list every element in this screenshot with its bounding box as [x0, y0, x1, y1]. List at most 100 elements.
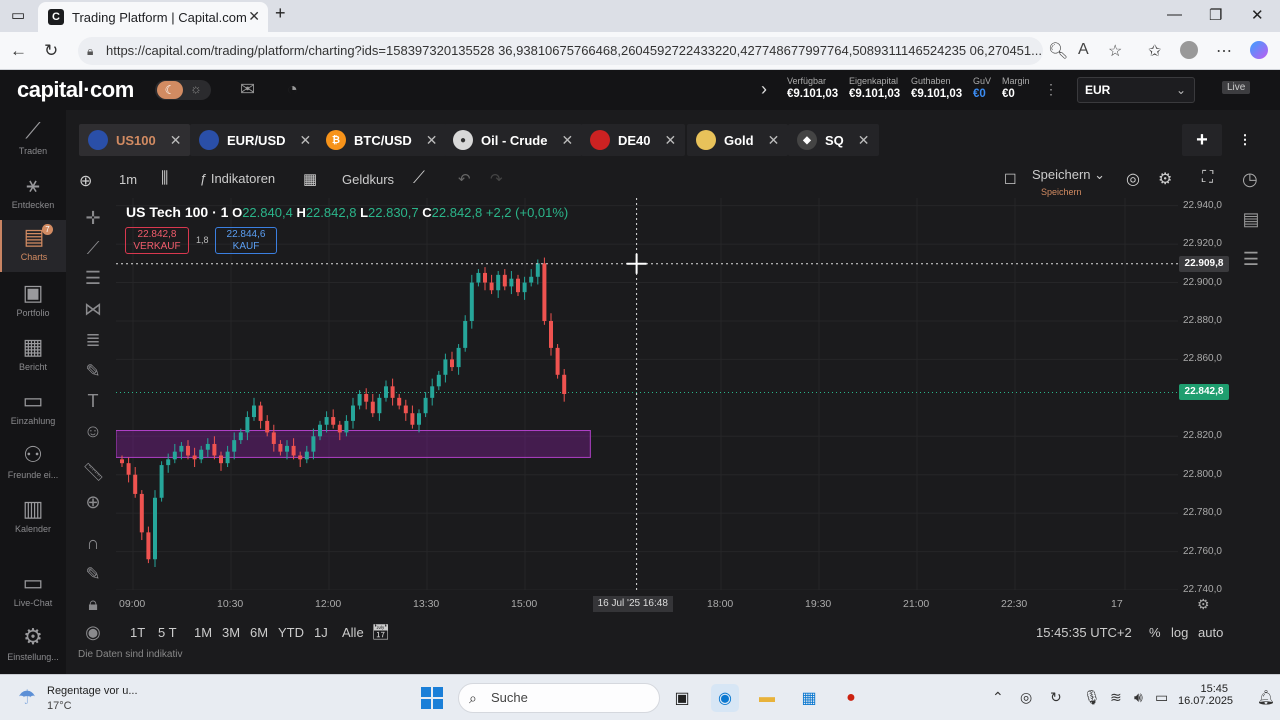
close-tab-icon[interactable]: ✕	[248, 8, 260, 25]
sidebar-item-live-chat[interactable]: ▭ Live-Chat	[0, 566, 66, 618]
sell-button[interactable]: 22.842,8 VERKAUF	[125, 227, 189, 254]
zoom-tool-icon[interactable]: ⊕	[82, 492, 104, 513]
add-instrument-icon[interactable]: +	[1182, 124, 1222, 156]
range-button[interactable]: YTD	[278, 625, 304, 640]
tab-de40[interactable]: DE40 ✕	[581, 124, 686, 156]
notification-bell-icon[interactable]: 🔔︎	[1257, 689, 1275, 706]
maximize-icon[interactable]: ❐	[1209, 6, 1222, 24]
watchlist-icon[interactable]: ▤	[1239, 209, 1263, 230]
copilot-tray-icon[interactable]: ◎	[1020, 689, 1032, 706]
percent-toggle[interactable]: %	[1149, 625, 1161, 640]
alert-icon[interactable]: ◎	[1126, 169, 1140, 189]
windows-start-icon[interactable]	[421, 687, 443, 709]
mail-icon[interactable]: ✉	[240, 79, 255, 100]
store-icon[interactable]: ▦	[795, 684, 823, 712]
range-button[interactable]: 1J	[314, 625, 328, 640]
close-tab-icon[interactable]: ✕	[858, 132, 870, 149]
url-field[interactable]: 🔒︎ https://capital.com/trading/platform/…	[78, 37, 1043, 65]
lock-drawing-icon[interactable]: ✎	[82, 564, 104, 585]
close-window-icon[interactable]: ✕	[1251, 6, 1264, 24]
text-tool-icon[interactable]: T	[82, 391, 104, 412]
favorites-icon[interactable]: ✩	[1148, 41, 1161, 61]
magnet-tool-icon[interactable]: ∩	[82, 533, 104, 554]
tab-us100[interactable]: US100 ✕	[79, 124, 191, 156]
favorite-star-icon[interactable]: ☆	[1108, 41, 1122, 61]
sidebar-item-portfolio[interactable]: ▣ Portfolio	[0, 276, 66, 328]
live-badge[interactable]: Live	[1222, 81, 1251, 94]
sidebar-item-einzahlung[interactable]: ▭ Einzahlung	[0, 384, 66, 436]
task-view-icon[interactable]: ▣	[668, 684, 696, 712]
range-button[interactable]: 5 T	[158, 625, 177, 640]
interval-button[interactable]: 1m	[119, 172, 137, 187]
copilot-icon[interactable]	[1250, 41, 1268, 59]
emoji-tool-icon[interactable]: ☺	[82, 421, 104, 442]
range-button[interactable]: 3M	[222, 625, 240, 640]
fib-tool-icon[interactable]: ≣	[82, 330, 104, 351]
sidebar-item-traden[interactable]: ⟋ Traden	[0, 114, 66, 166]
sidebar-item-freunde[interactable]: ⚇ Freunde ei...	[0, 438, 66, 490]
price-type-button[interactable]: Geldkurs	[342, 172, 394, 187]
profile-avatar-icon[interactable]	[1180, 41, 1198, 59]
fullscreen-icon[interactable]: ⛶	[1202, 169, 1213, 187]
redo-icon[interactable]: ↷	[490, 170, 503, 188]
tab-oil-crude[interactable]: ● Oil - Crude ✕	[444, 124, 583, 156]
sync-icon[interactable]: ↻	[1050, 689, 1062, 706]
crosshair-tool-icon[interactable]: ✛	[82, 208, 104, 229]
taskbar-search[interactable]: ⌕ Suche	[458, 683, 660, 713]
more-menu-icon[interactable]: ⋯	[1216, 41, 1232, 61]
minimize-icon[interactable]: —	[1167, 6, 1182, 23]
axis-settings-icon[interactable]: ⚙	[1197, 596, 1210, 613]
read-aloud-icon[interactable]: A	[1078, 41, 1089, 59]
buy-button[interactable]: 22.844,6 KAUF	[215, 227, 277, 254]
range-button[interactable]: 1T	[130, 625, 145, 640]
sidebar-item-kalender[interactable]: ▥ Kalender	[0, 492, 66, 544]
reload-icon[interactable]: ↻	[44, 41, 58, 61]
capital-logo[interactable]: capital·com	[17, 77, 134, 103]
close-tab-icon[interactable]: ✕	[665, 132, 677, 149]
visibility-eye-icon[interactable]: ◉	[82, 622, 104, 643]
currency-select[interactable]: EUR ⌄	[1077, 77, 1195, 103]
settings-icon[interactable]: ⚙	[1158, 169, 1172, 189]
pattern-tool-icon[interactable]: ⋈	[82, 299, 104, 320]
ruler-tool-icon[interactable]: 📏︎	[82, 462, 105, 483]
tray-chevron-up-icon[interactable]: ⌃	[992, 689, 1004, 706]
theme-toggle[interactable]: ☾ ☼	[155, 80, 211, 100]
close-tab-icon[interactable]: ✕	[170, 132, 182, 149]
sidebar-item-charts[interactable]: ▤ Charts 7	[0, 220, 66, 272]
sidebar-item-einstellungen[interactable]: ⚙ Einstellung...	[0, 620, 66, 672]
date-range-icon[interactable]: 📅︎	[371, 623, 390, 641]
close-tab-icon[interactable]: ✕	[768, 132, 780, 149]
order-book-icon[interactable]: ☰	[1239, 249, 1263, 270]
layout-grid-icon[interactable]: ▦	[303, 170, 317, 188]
trendline-tool-icon[interactable]: ⟋	[82, 238, 104, 259]
auto-toggle[interactable]: auto	[1198, 625, 1223, 640]
range-button[interactable]: Alle	[342, 625, 364, 640]
sidebar-item-entdecken[interactable]: ⚹ Entdecken	[0, 168, 66, 220]
undo-icon[interactable]: ↶	[458, 170, 471, 188]
price-chart[interactable]	[116, 198, 1178, 590]
save-button[interactable]: Speichern ⌄ Speichern	[1032, 167, 1105, 198]
log-toggle[interactable]: log	[1171, 625, 1188, 640]
add-symbol-icon[interactable]: ⊕	[79, 171, 92, 191]
tab-sq[interactable]: ◆ SQ ✕	[788, 124, 879, 156]
edge-browser-icon[interactable]: ◉	[711, 684, 739, 712]
file-explorer-icon[interactable]: ▬	[753, 684, 781, 712]
tab-eurusd[interactable]: EUR/USD ✕	[190, 124, 321, 156]
tab-btcusd[interactable]: ₿ BTC/USD ✕	[317, 124, 447, 156]
browser-tab[interactable]: C Trading Platform | Capital.com ✕	[38, 2, 268, 32]
system-clock[interactable]: 15:45 16.07.2025	[1178, 683, 1233, 707]
tab-gold[interactable]: Gold ✕	[687, 124, 789, 156]
wifi-icon[interactable]: ≋	[1110, 689, 1122, 706]
lock-icon[interactable]: 🔒︎	[82, 594, 104, 615]
indicators-button[interactable]: ƒ Indikatoren	[200, 171, 275, 186]
site-info-icon[interactable]: 🔒︎	[87, 37, 93, 65]
microphone-icon[interactable]: 🎙︎	[1083, 689, 1101, 706]
account-more-icon[interactable]: ⋮	[1044, 81, 1058, 98]
app-icon[interactable]: ●	[837, 684, 865, 712]
back-icon[interactable]: ←	[10, 41, 27, 61]
pie-chart-icon[interactable]: ◔	[287, 79, 298, 100]
new-tab-icon[interactable]: +	[275, 3, 286, 24]
save-checkbox[interactable]: ☐	[1004, 171, 1017, 188]
instruments-more-icon[interactable]: ⋮	[1232, 124, 1258, 156]
zoom-icon[interactable]: 🔍︎	[1048, 41, 1068, 61]
